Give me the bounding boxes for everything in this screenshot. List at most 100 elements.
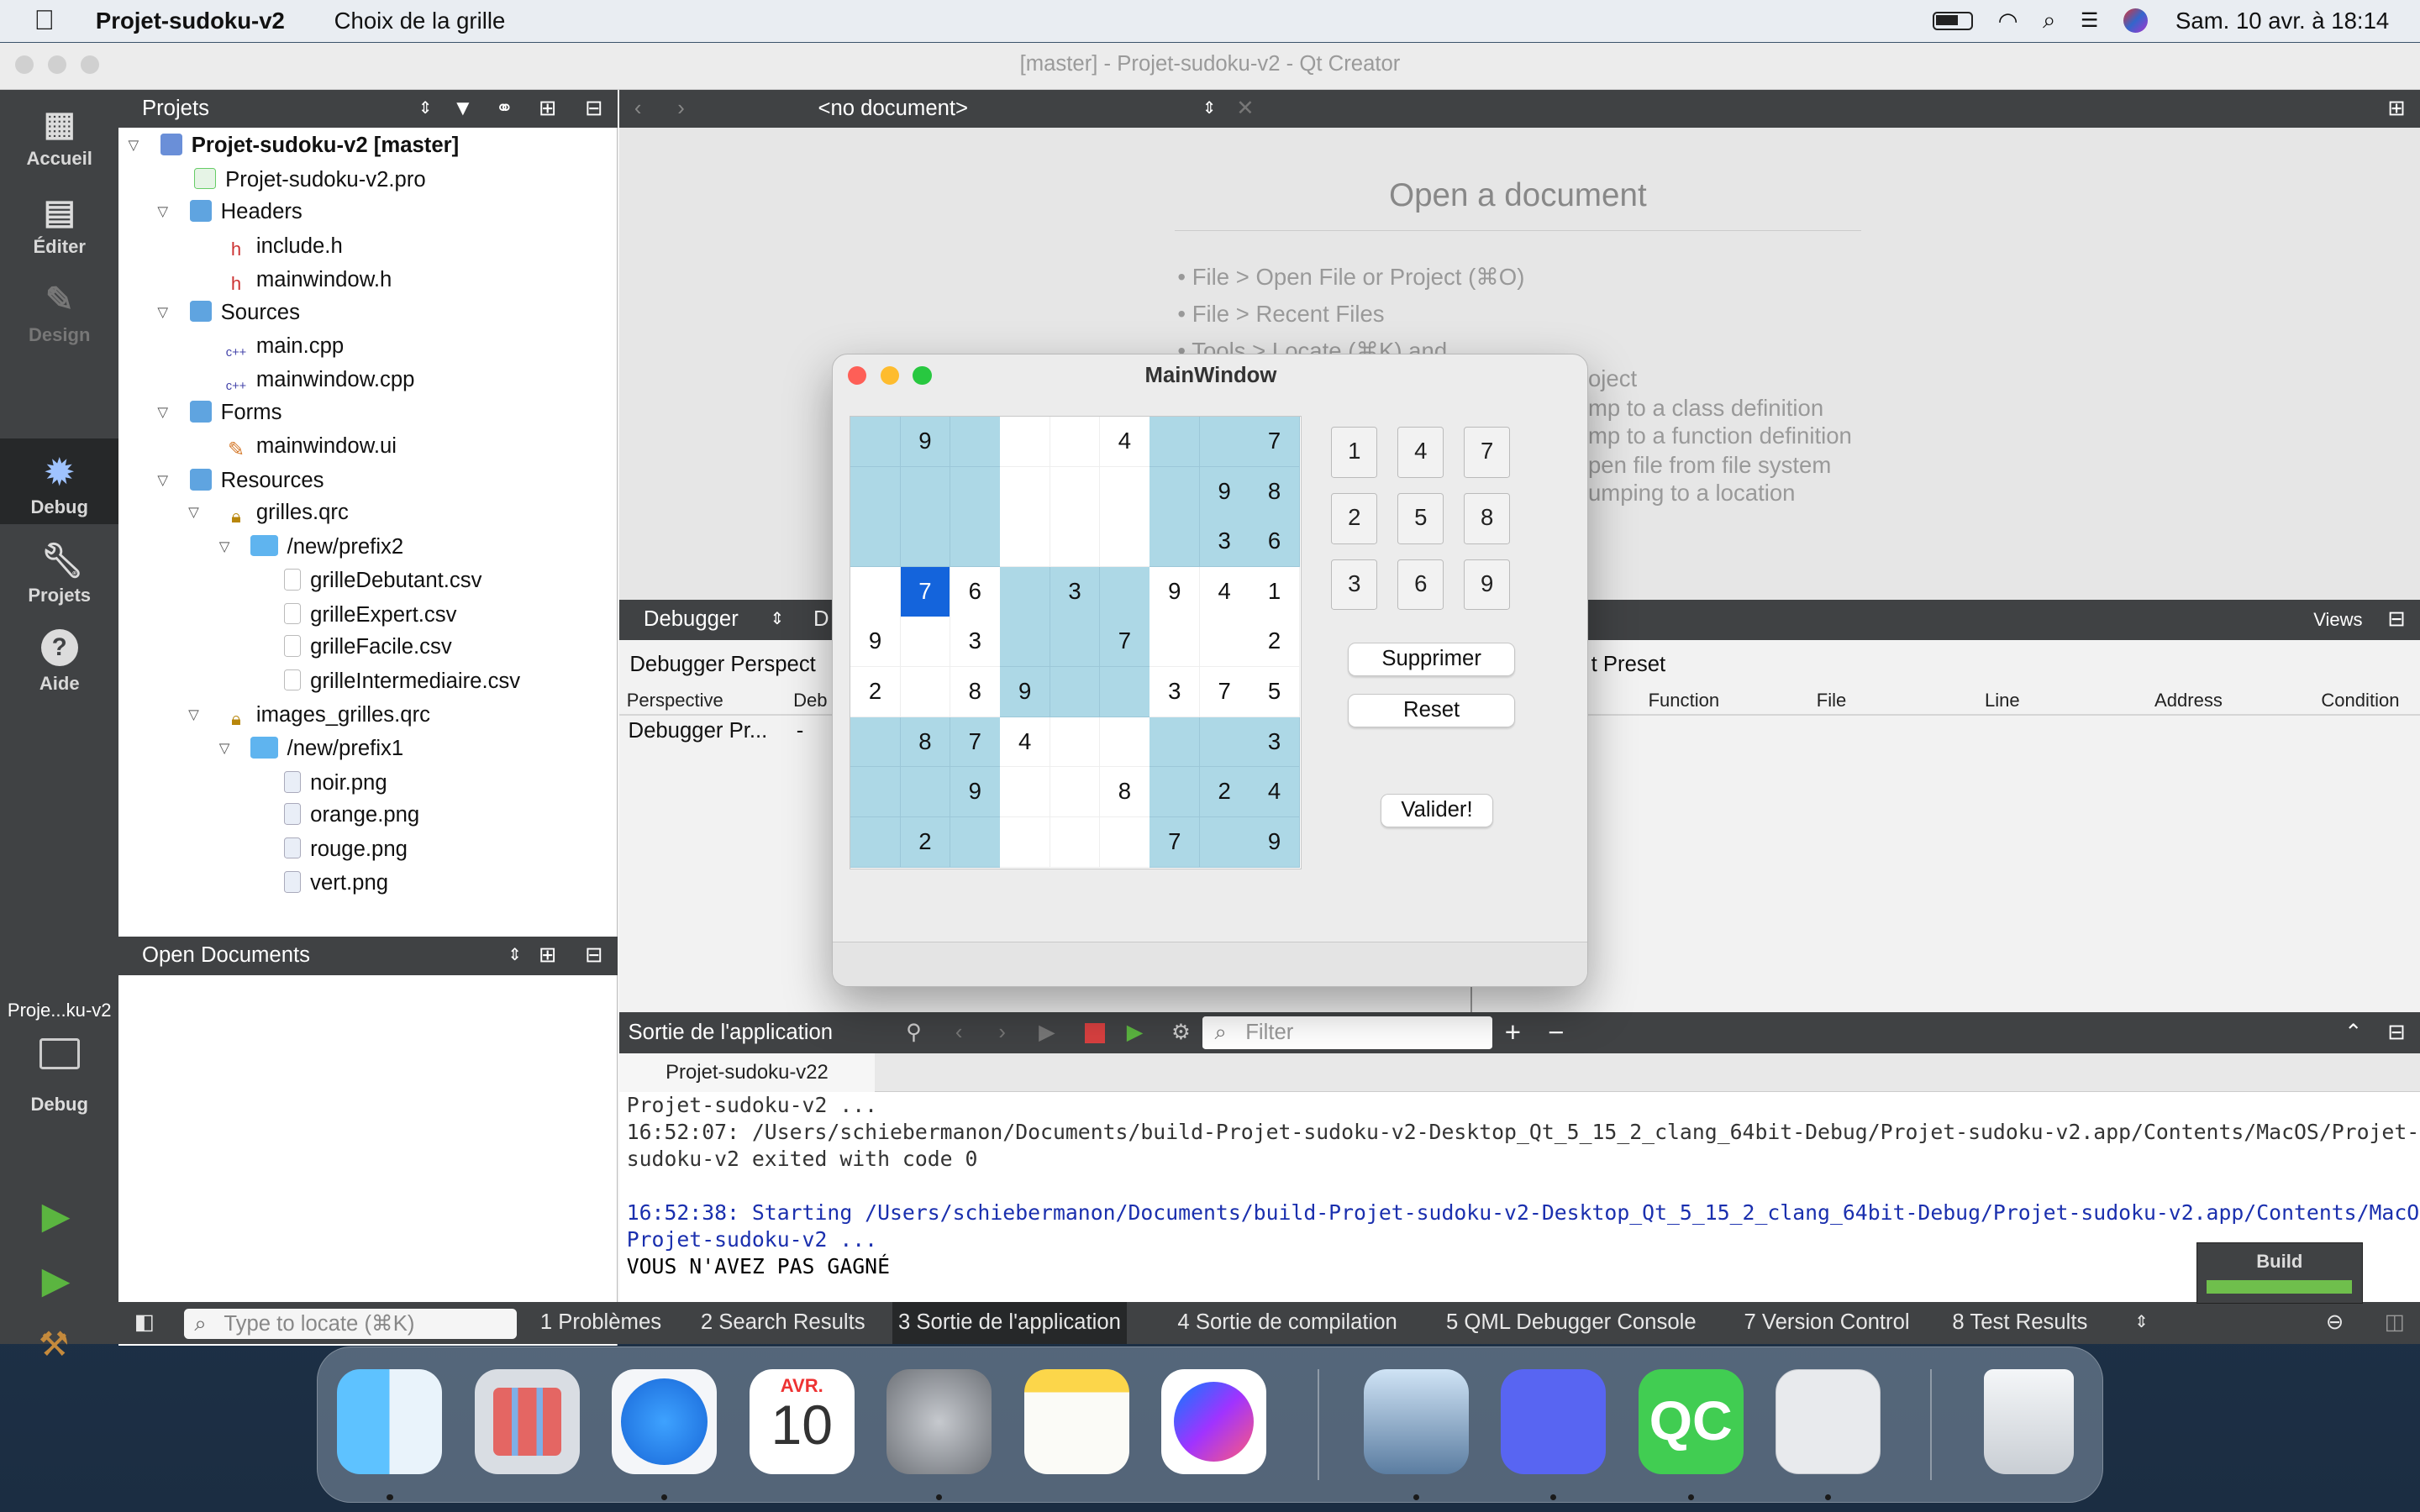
pane-version-control[interactable]: 7 Version Control — [1744, 1302, 1909, 1344]
close-document-icon[interactable]: ✕ — [1236, 90, 1255, 129]
back-icon[interactable]: ‹ — [634, 90, 642, 129]
tree-item-main-cpp[interactable]: c++ main.cpp — [225, 330, 344, 363]
column-header[interactable]: Perspective — [627, 690, 723, 711]
number-button-2[interactable]: 2 — [1331, 492, 1378, 544]
close-pane-icon[interactable]: ⊟ — [2387, 1012, 2406, 1054]
tree-item-include-h[interactable]: h include.h — [225, 230, 343, 263]
search-icon[interactable]: ⌕ — [2043, 7, 2055, 34]
stop-icon[interactable] — [1085, 1022, 1106, 1043]
number-button-9[interactable]: 9 — [1464, 559, 1511, 611]
sudoku-cell[interactable]: 5 — [1249, 667, 1300, 717]
close-pane-icon[interactable]: ⊟ — [585, 937, 603, 975]
debug-run-icon[interactable]: ▶ — [1127, 1012, 1144, 1054]
sudoku-app-icon[interactable] — [1776, 1369, 1881, 1475]
sudoku-cell[interactable] — [850, 767, 901, 818]
tree-item-prefix2[interactable]: ▽/new/prefix2 — [118, 531, 616, 564]
filter-input[interactable]: ⌕ Filter — [1202, 1016, 1493, 1049]
number-button-3[interactable]: 3 — [1331, 559, 1378, 611]
reset-button[interactable]: Reset — [1348, 693, 1515, 728]
pane-problemes[interactable]: 1 Problèmes — [540, 1302, 661, 1344]
sudoku-cell[interactable] — [1100, 667, 1150, 717]
sudoku-cell[interactable] — [1199, 417, 1250, 467]
sudoku-cell[interactable]: 3 — [950, 617, 1001, 668]
tree-item-mainwindow-h[interactable]: h mainwindow.h — [225, 264, 392, 297]
column-header[interactable]: Deb — [793, 690, 827, 711]
column-header[interactable]: File — [1817, 690, 1847, 711]
launchpad-icon[interactable] — [474, 1369, 580, 1475]
sudoku-cell[interactable] — [1050, 816, 1101, 868]
sudoku-cell[interactable]: 7 — [1199, 667, 1250, 717]
views-button[interactable]: Views — [2313, 600, 2362, 640]
sudoku-cell[interactable] — [850, 566, 901, 617]
qt-creator-icon[interactable]: QC — [1638, 1369, 1744, 1475]
close-button[interactable] — [15, 55, 34, 75]
number-button-8[interactable]: 8 — [1464, 492, 1511, 544]
output-tab[interactable]: Projet-sudoku-v22 — [618, 1053, 876, 1093]
notes-icon[interactable] — [1023, 1369, 1129, 1475]
chevron-updown-icon[interactable]: ⇕ — [771, 600, 785, 640]
sidebar-toggle-icon[interactable]: ◧ — [134, 1302, 155, 1344]
sudoku-cell[interactable]: 7 — [1150, 816, 1201, 868]
close-button[interactable] — [848, 366, 867, 386]
pane-search-results[interactable]: 2 Search Results — [701, 1302, 865, 1344]
sudoku-cell[interactable]: 8 — [950, 667, 1001, 717]
sudoku-cell[interactable]: 4 — [1199, 566, 1250, 617]
sudoku-cell[interactable] — [850, 717, 901, 768]
sudoku-cell[interactable] — [1150, 417, 1201, 467]
sudoku-cell[interactable] — [1150, 517, 1201, 568]
close-pane-icon[interactable]: ⊟ — [2387, 600, 2406, 640]
link-icon[interactable]: ⚭ — [496, 90, 514, 129]
chevron-updown-icon[interactable]: ⇕ — [2134, 1302, 2149, 1344]
sudoku-cell[interactable] — [1100, 566, 1150, 617]
pane-test-results[interactable]: 8 Test Results — [1952, 1302, 2087, 1344]
supprimer-button[interactable]: Supprimer — [1348, 643, 1515, 677]
number-button-6[interactable]: 6 — [1397, 559, 1444, 611]
valider-button[interactable]: Valider! — [1380, 794, 1494, 828]
sudoku-cell[interactable] — [1150, 767, 1201, 818]
sudoku-cell[interactable]: 9 — [950, 767, 1001, 818]
sudoku-cell[interactable] — [1000, 617, 1051, 668]
document-combo[interactable]: <no document> — [818, 90, 968, 129]
sudoku-cell[interactable] — [1150, 717, 1201, 768]
sudoku-cell[interactable] — [1000, 767, 1051, 818]
mode-accueil[interactable]: ▦ Accueil — [0, 90, 118, 176]
sudoku-cell[interactable] — [950, 816, 1001, 868]
rerun-icon[interactable]: ▶ — [1039, 1012, 1055, 1054]
apple-icon[interactable]:  — [34, 5, 71, 37]
open-documents-list[interactable] — [118, 974, 618, 1346]
wifi-icon[interactable]: ◠ — [1998, 8, 2018, 34]
number-button-4[interactable]: 4 — [1397, 426, 1444, 478]
sudoku-cell[interactable]: 9 — [1249, 816, 1300, 868]
sudoku-cell[interactable]: 3 — [1249, 717, 1300, 768]
sudoku-cell[interactable] — [900, 617, 951, 668]
sudoku-cell[interactable] — [1199, 717, 1250, 768]
sudoku-cell[interactable] — [1050, 417, 1101, 467]
sudoku-cell[interactable] — [850, 417, 901, 467]
sudoku-cell[interactable]: 4 — [1249, 767, 1300, 818]
back-icon[interactable]: ‹ — [955, 1012, 963, 1054]
control-center-icon[interactable]: ☰ — [2081, 8, 2098, 33]
run-button[interactable]: ▶ — [42, 1194, 71, 1237]
mode-projets[interactable]: 🔧︎ Projets — [0, 526, 118, 612]
sudoku-cell[interactable] — [1199, 617, 1250, 668]
chevron-updown-icon[interactable]: ⇕ — [1202, 90, 1217, 129]
zoom-in-icon[interactable]: + — [1505, 1012, 1521, 1054]
sudoku-cell[interactable]: 9 — [1150, 566, 1201, 617]
sudoku-cell[interactable]: 9 — [900, 417, 951, 467]
sudoku-cell[interactable] — [1050, 466, 1101, 517]
output-text[interactable]: Projet-sudoku-v2 ... 16:52:07: /Users/sch… — [618, 1092, 2420, 1303]
chevron-up-icon[interactable]: ⌃ — [2344, 1012, 2363, 1054]
tree-item-grille-debutant[interactable]: grilleDebutant.csv — [283, 564, 481, 597]
sudoku-cell[interactable]: 7 — [1249, 417, 1300, 467]
sudoku-cell[interactable] — [850, 466, 901, 517]
chevron-updown-icon[interactable]: ⇕ — [508, 937, 522, 975]
sudoku-cell[interactable]: 7 — [950, 717, 1001, 768]
mode-debug[interactable]: ✹ Debug — [0, 438, 119, 525]
debug-run-button[interactable]: ▶ — [42, 1259, 71, 1302]
sudoku-cell[interactable] — [1100, 717, 1150, 768]
sudoku-cell[interactable]: 7 — [1100, 617, 1150, 668]
sudoku-cell[interactable]: 9 — [1000, 667, 1051, 717]
sudoku-cell[interactable] — [850, 517, 901, 568]
pane-qml-debugger[interactable]: 5 QML Debugger Console — [1446, 1302, 1697, 1344]
sudoku-cell[interactable]: 9 — [1199, 466, 1250, 517]
